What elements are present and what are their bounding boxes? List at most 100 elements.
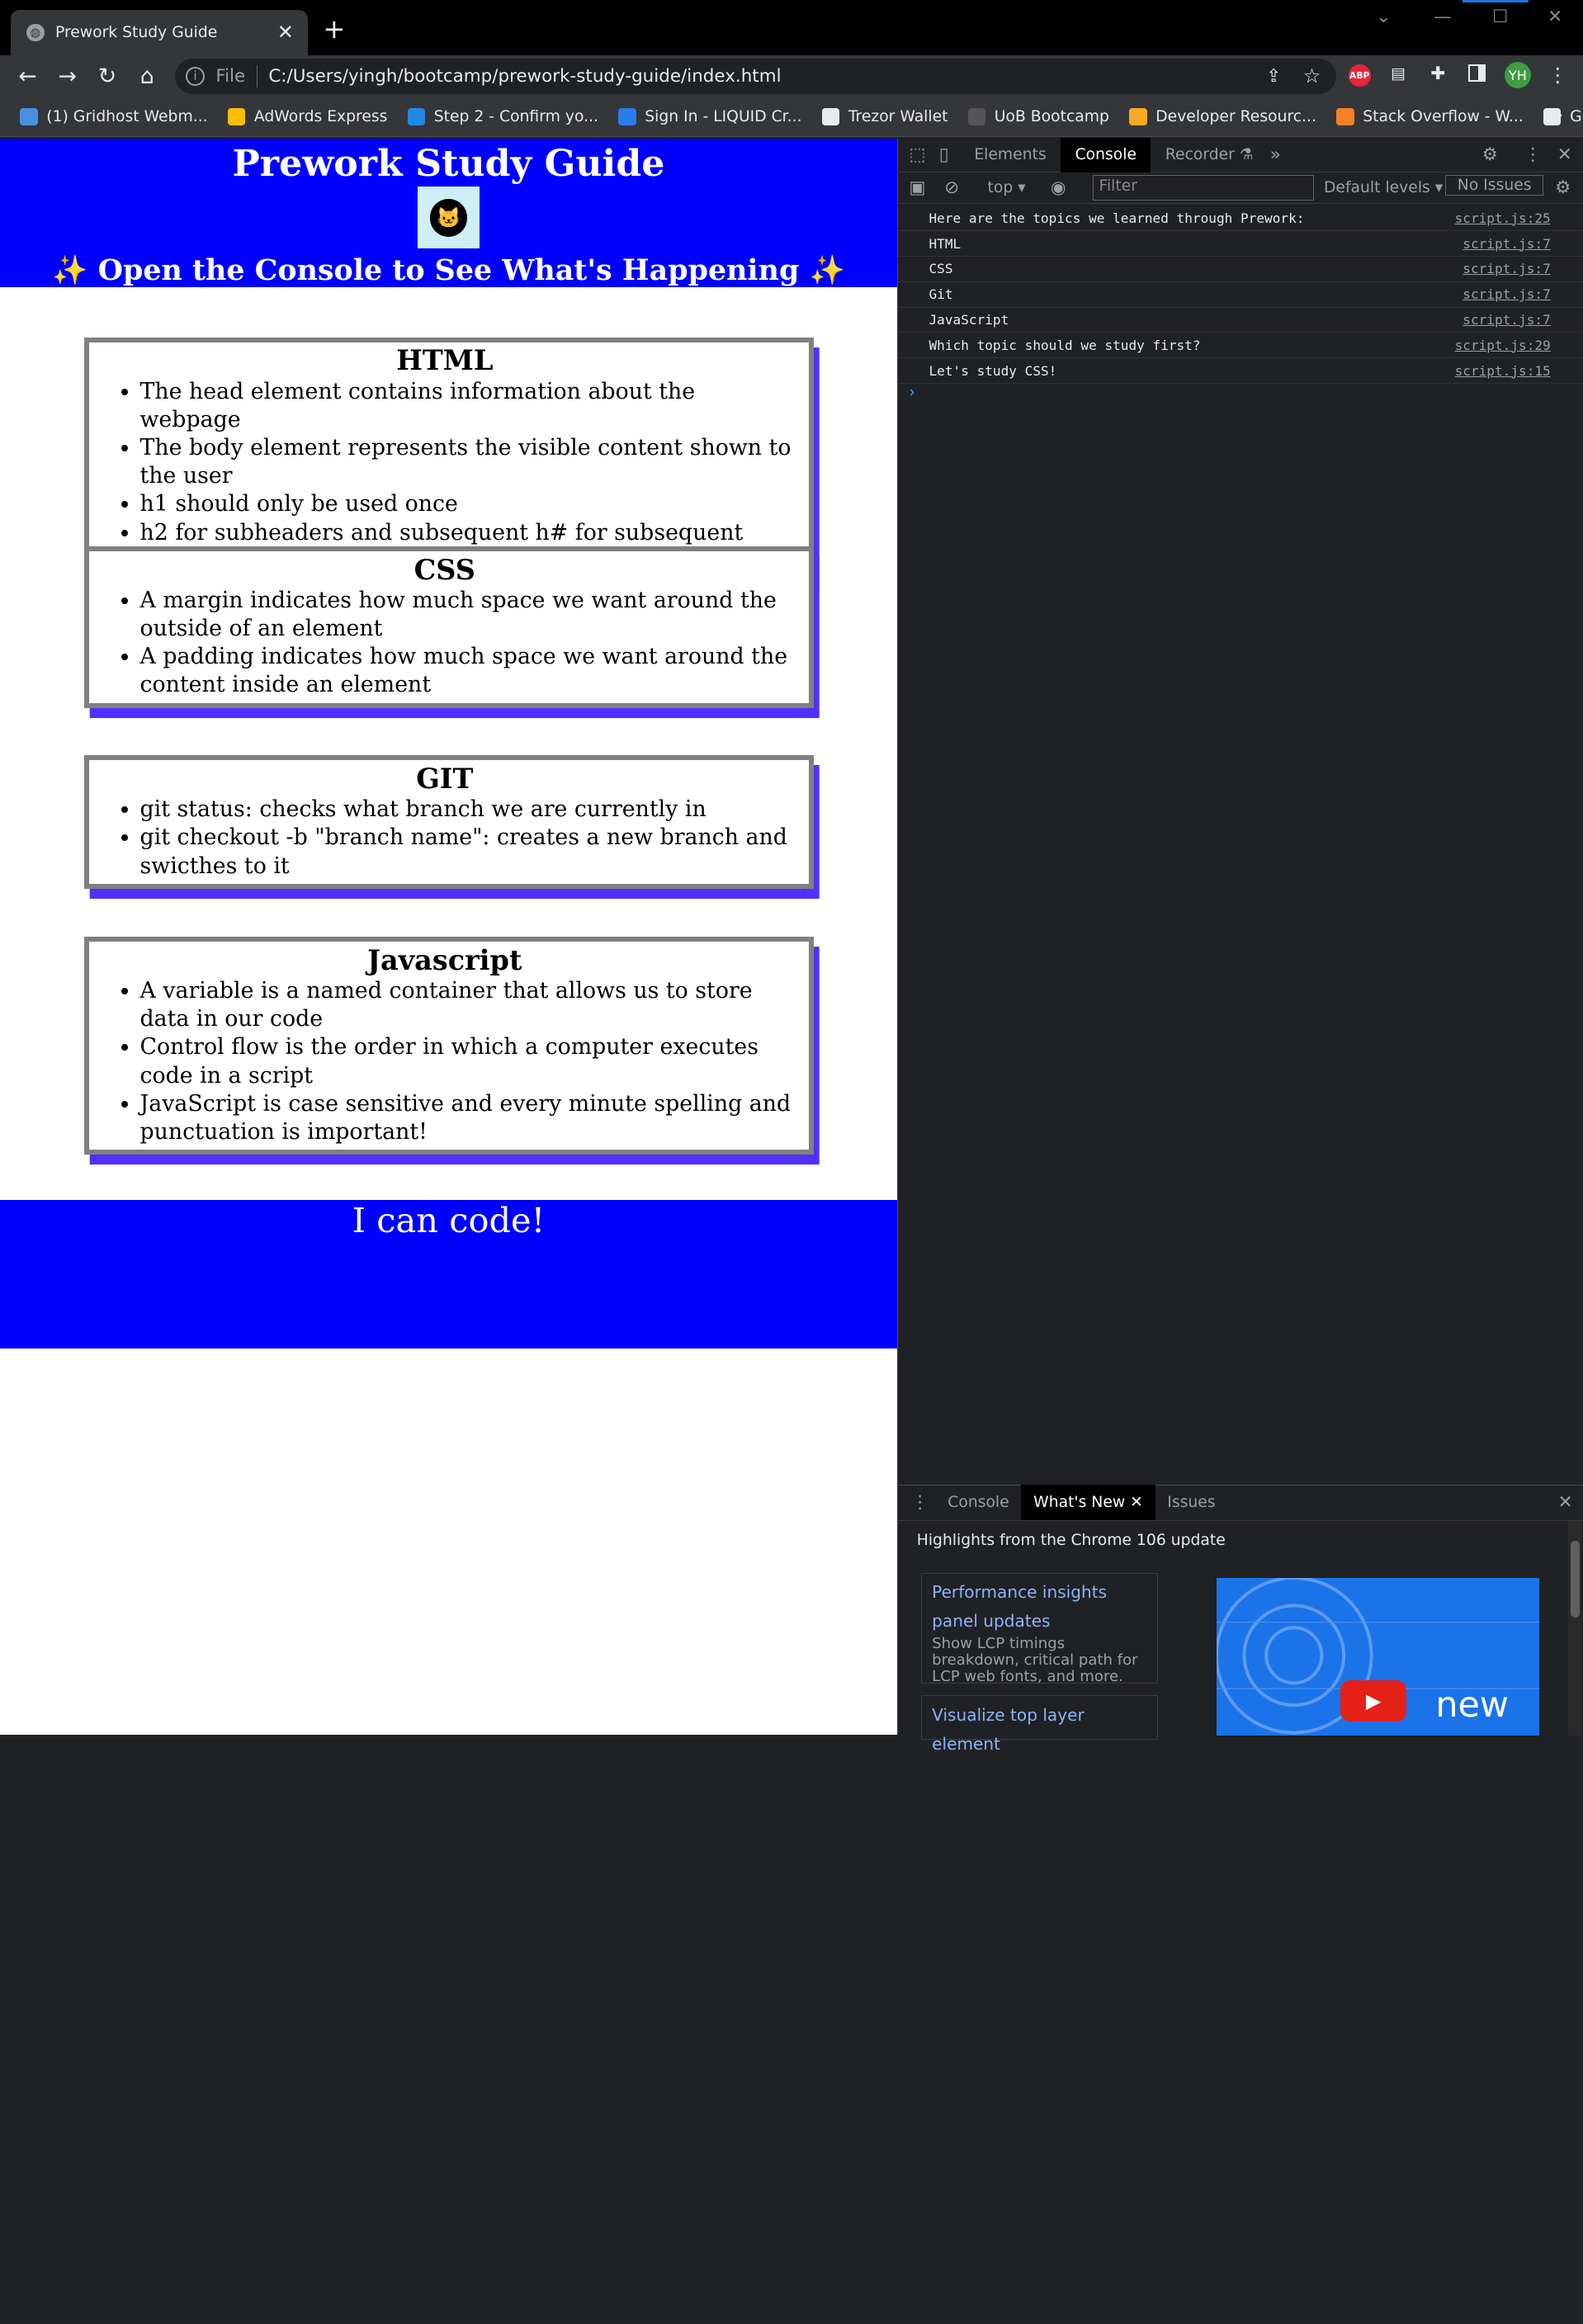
share-icon[interactable]: ⇪	[1266, 66, 1281, 87]
profile-avatar[interactable]: YH	[1504, 62, 1531, 89]
bookmark-label: (1) Gridhost Webm...	[46, 108, 208, 126]
bookmark-item[interactable]: Step 2 - Confirm yo...	[407, 107, 598, 126]
home-icon[interactable]: ⌂	[133, 62, 162, 91]
device-toolbar-icon[interactable]: ▯	[939, 144, 949, 165]
flask-icon: ⚗	[1239, 146, 1254, 164]
devtools-menu-icon[interactable]: ⋮	[1524, 144, 1542, 165]
source-link[interactable]: script.js:29	[1455, 338, 1551, 353]
console-message: JavaScript script.js:7	[897, 308, 1583, 333]
bookmark-item[interactable]: Stack Overflow - W...	[1336, 107, 1524, 126]
context-select[interactable]: top ▾	[988, 179, 1026, 196]
section-card-css: CSS A margin indicates how much space we…	[83, 546, 815, 708]
bookmark-label: GitHub	[1570, 108, 1583, 126]
live-expression-eye-icon[interactable]: ◉	[1051, 177, 1066, 198]
cat-logo-icon: 🐱	[429, 198, 468, 237]
drawer-tab-whats-new[interactable]: What's New ✕	[1021, 1485, 1155, 1521]
bookmark-star-icon[interactable]: ☆	[1303, 64, 1321, 87]
source-link[interactable]: script.js:7	[1463, 236, 1550, 252]
extensions-puzzle-icon[interactable]: ✚	[1428, 64, 1448, 84]
source-link[interactable]: script.js:7	[1463, 261, 1550, 276]
console-message-text: HTML	[929, 235, 962, 252]
bookmark-label: Stack Overflow - W...	[1363, 108, 1524, 126]
address-url[interactable]: C:/Users/yingh/bootcamp/prework-study-gu…	[268, 66, 781, 87]
maximize-button[interactable]: ☐	[1492, 7, 1508, 27]
sidebar-toggle-icon[interactable]: ▣	[909, 177, 925, 198]
play-icon[interactable]: ▶	[1340, 1679, 1407, 1722]
section-heading: Javascript	[367, 943, 522, 976]
close-devtools-icon[interactable]: ✕	[1557, 144, 1572, 165]
card-description: Show LCP timings breakdown, critical pat…	[932, 1634, 1138, 1685]
source-link[interactable]: script.js:15	[1455, 363, 1551, 379]
console-prompt[interactable]: ›	[909, 384, 915, 401]
tab-strip: ◍ Prework Study Guide ✕ + ⌄ — ☐ ✕	[0, 0, 1583, 55]
close-drawer-icon[interactable]: ✕	[1558, 1492, 1573, 1513]
close-window-button[interactable]: ✕	[1548, 7, 1562, 27]
side-panel-icon[interactable]	[1467, 64, 1486, 83]
issues-button[interactable]: No Issues	[1445, 174, 1543, 196]
bookmark-label: Sign In - LIQUID Cr...	[645, 108, 802, 126]
more-bookmarks-icon[interactable]: »	[1552, 105, 1563, 125]
clear-console-icon[interactable]: ⊘	[944, 177, 959, 198]
source-link[interactable]: script.js:7	[1463, 286, 1550, 302]
card-title[interactable]: Visualize top layer element	[932, 1701, 1147, 1759]
whats-new-card[interactable]: Performance insights panel updates Show …	[921, 1572, 1158, 1685]
console-message-text: Which topic should we study first?	[929, 337, 1201, 353]
bookmark-item[interactable]: GitHub	[1543, 107, 1583, 126]
console-message-text: Here are the topics we learned through P…	[929, 210, 1305, 226]
bookmark-item[interactable]: Trezor Wallet	[821, 107, 948, 126]
bookmark-favicon-icon	[1336, 107, 1354, 126]
minimize-button[interactable]: —	[1434, 7, 1451, 27]
console-toolbar: ▣ ⊘ top ▾ ◉ Filter Default levels ▾ No I…	[897, 172, 1583, 204]
sparkle-icon: ✨	[809, 253, 845, 287]
whats-new-card[interactable]: Visualize top layer element	[921, 1695, 1158, 1754]
bookmark-item[interactable]: Developer Resourc...	[1129, 107, 1316, 126]
browser-tab[interactable]: ◍ Prework Study Guide ✕	[11, 10, 308, 55]
settings-gear-icon[interactable]: ⚙	[1482, 144, 1498, 165]
close-tab-icon[interactable]: ✕	[274, 21, 296, 44]
drawer-tabbar: ⋮ Console What's New ✕ Issues ✕	[897, 1485, 1583, 1521]
globe-icon: ◍	[26, 23, 45, 42]
filter-input[interactable]: Filter	[1092, 174, 1314, 201]
bookmark-favicon-icon	[618, 107, 636, 126]
back-icon[interactable]: ←	[13, 62, 42, 91]
tab-elements[interactable]: Elements	[960, 138, 1061, 172]
bookmark-item[interactable]: UoB Bootcamp	[967, 107, 1109, 126]
window-accent	[1462, 0, 1529, 2]
whats-new-video-thumbnail[interactable]: ▶ new	[1216, 1578, 1540, 1736]
sparkle-icon: ✨	[52, 253, 88, 287]
console-settings-icon[interactable]: ⚙	[1555, 177, 1571, 198]
list-item: A variable is a named container that all…	[140, 977, 801, 1033]
forward-icon[interactable]: →	[53, 62, 82, 91]
console-message: CSS script.js:7	[897, 257, 1583, 282]
bookmark-item[interactable]: (1) Gridhost Webm...	[20, 107, 208, 126]
reload-icon[interactable]: ↻	[93, 62, 122, 91]
new-tab-button[interactable]: +	[323, 16, 345, 42]
tab-recorder[interactable]: Recorder ⚗	[1151, 138, 1268, 172]
scrollbar-thumb[interactable]	[1570, 1540, 1580, 1618]
menu-kebab-icon[interactable]: ⋮	[1548, 64, 1567, 87]
console-message: Which topic should we study first? script…	[897, 333, 1583, 359]
bookmark-item[interactable]: Sign In - LIQUID Cr...	[618, 107, 802, 126]
list-item: git status: checks what branch we are cu…	[140, 796, 801, 824]
list-item: git checkout -b "branch name": creates a…	[140, 824, 801, 880]
inspect-element-icon[interactable]: ⬚	[909, 144, 925, 165]
source-link[interactable]: script.js:7	[1463, 312, 1550, 328]
page-subtitle: ✨ Open the Console to See What's Happeni…	[0, 253, 897, 287]
bookmark-item[interactable]: AdWords Express	[227, 107, 387, 126]
bookmark-favicon-icon	[20, 107, 38, 126]
drawer-tab-console[interactable]: Console	[936, 1485, 1022, 1520]
adblock-icon[interactable]: ABP	[1348, 64, 1371, 87]
cast-icon[interactable]: ▤	[1388, 64, 1408, 84]
tab-search-icon[interactable]: ⌄	[1376, 7, 1391, 27]
tab-console[interactable]: Console	[1061, 138, 1151, 172]
source-link[interactable]: script.js:25	[1455, 210, 1551, 226]
drawer-tab-issues[interactable]: Issues	[1155, 1485, 1228, 1520]
drawer-scrollbar[interactable]	[1568, 1520, 1582, 1736]
address-bar[interactable]: i File C:/Users/yingh/bootcamp/prework-s…	[174, 59, 1337, 94]
close-tab-icon[interactable]: ✕	[1130, 1494, 1143, 1511]
card-title[interactable]: Performance insights panel updates	[932, 1578, 1147, 1636]
more-tabs-icon[interactable]: »	[1270, 144, 1281, 165]
drawer-menu-icon[interactable]: ⋮	[911, 1492, 929, 1513]
log-levels-select[interactable]: Default levels ▾	[1324, 179, 1443, 196]
info-icon[interactable]: i	[186, 67, 205, 86]
